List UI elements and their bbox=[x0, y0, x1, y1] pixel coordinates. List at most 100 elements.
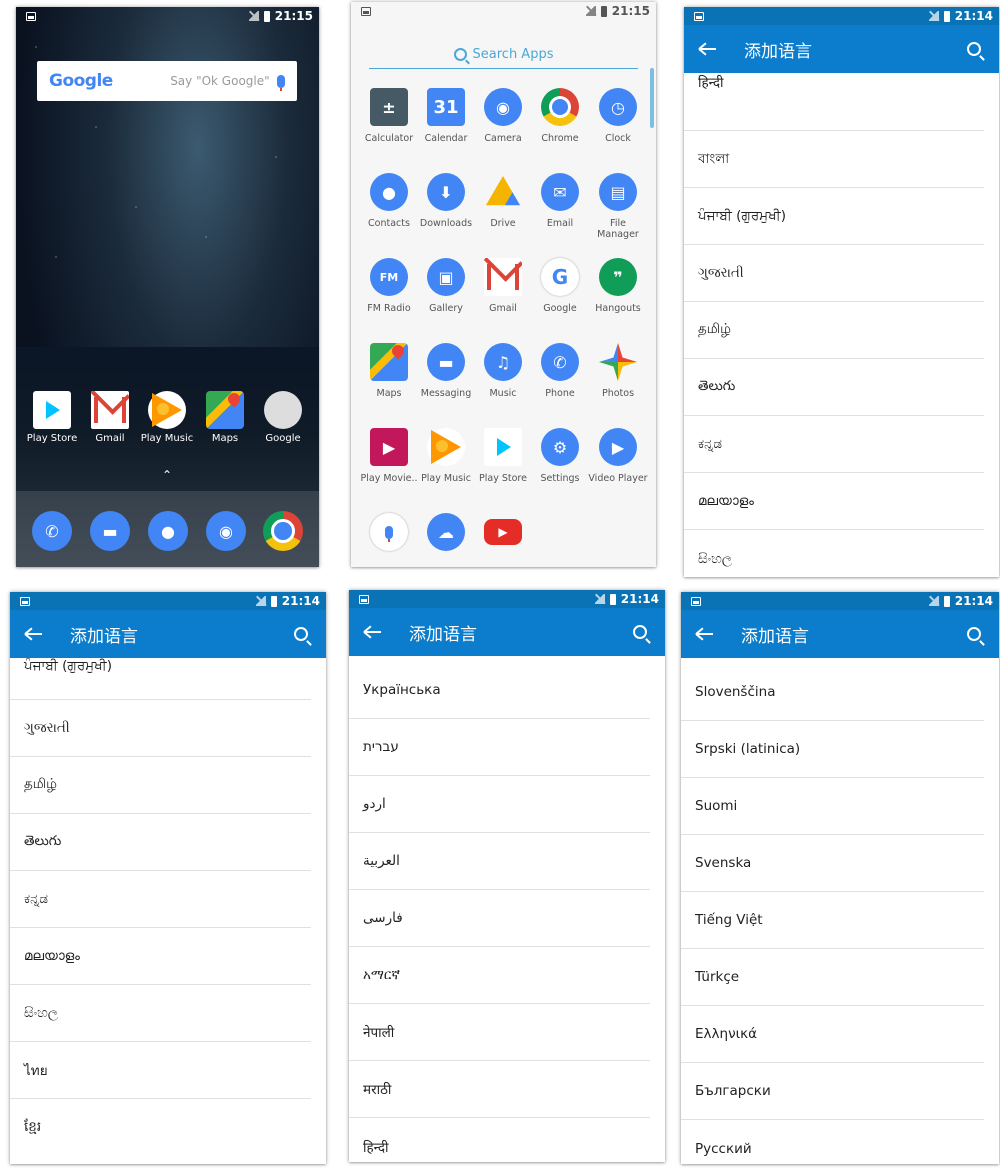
app-play-music[interactable]: Play Music bbox=[416, 428, 476, 484]
app-hangouts[interactable]: ❞ Hangouts bbox=[588, 258, 648, 314]
language-item[interactable]: العربية bbox=[349, 833, 650, 890]
app-contacts[interactable]: ● Contacts bbox=[359, 173, 419, 229]
language-item[interactable]: සිංහල bbox=[684, 530, 984, 577]
language-item[interactable]: ಕನ್ನಡ bbox=[10, 871, 311, 928]
scrollbar[interactable] bbox=[650, 68, 654, 128]
camera-icon[interactable]: ◉ bbox=[206, 511, 246, 551]
language-item[interactable]: Svenska bbox=[681, 835, 984, 892]
app-google[interactable]: G Google bbox=[530, 258, 590, 314]
language-item[interactable]: Українська bbox=[349, 662, 650, 719]
language-item[interactable]: ગુજરાતી bbox=[684, 245, 984, 302]
app-messaging[interactable]: ▬ Messaging bbox=[416, 343, 476, 399]
language-item[interactable]: தமிழ் bbox=[10, 757, 311, 814]
back-arrow-icon[interactable] bbox=[26, 633, 42, 635]
app-music[interactable]: ♫ Music bbox=[473, 343, 533, 399]
search-icon[interactable] bbox=[294, 627, 308, 641]
language-item[interactable]: ខ្មែរ bbox=[10, 1099, 311, 1156]
app-email[interactable]: ✉ Email bbox=[530, 173, 590, 229]
app-maps[interactable]: Maps bbox=[359, 343, 419, 399]
language-item[interactable]: Türkçe bbox=[681, 949, 984, 1006]
back-arrow-icon[interactable] bbox=[697, 633, 713, 635]
language-item[interactable]: ਪੰਜਾਬੀ (ਗੁਰਮੁਖੀ) bbox=[684, 188, 984, 245]
language-label: العربية bbox=[363, 853, 400, 869]
language-item[interactable]: हिन्दी bbox=[684, 73, 984, 131]
language-item[interactable]: አማርኛ bbox=[349, 947, 650, 1004]
app-voice-search[interactable] bbox=[359, 513, 419, 558]
app-phone[interactable]: ✆ Phone bbox=[530, 343, 590, 399]
app-settings[interactable]: ⚙ Settings bbox=[530, 428, 590, 484]
app-calculator[interactable]: ± Calculator bbox=[359, 88, 419, 144]
app-clock[interactable]: ◷ Clock bbox=[588, 88, 648, 144]
gallery-icon: ▣ bbox=[427, 258, 465, 296]
page-title: 添加语言 bbox=[744, 41, 812, 62]
search-icon[interactable] bbox=[633, 625, 647, 639]
play-store-icon bbox=[484, 428, 522, 466]
app-photos[interactable]: Photos bbox=[588, 343, 648, 399]
app-calendar[interactable]: 31 Calendar bbox=[416, 88, 476, 144]
chrome-icon[interactable] bbox=[263, 511, 303, 551]
language-item[interactable]: தமிழ் bbox=[684, 302, 984, 359]
language-item[interactable]: Tiếng Việt bbox=[681, 892, 984, 949]
language-item[interactable]: ไทย bbox=[10, 1042, 311, 1099]
back-arrow-icon[interactable] bbox=[700, 48, 716, 50]
back-arrow-icon[interactable] bbox=[365, 631, 381, 633]
language-item[interactable]: Srpski (latinica) bbox=[681, 721, 984, 778]
language-item[interactable]: हिन्दी bbox=[349, 1118, 650, 1162]
language-item[interactable]: සිංහල bbox=[10, 985, 311, 1042]
gmail-icon bbox=[484, 258, 522, 296]
app-camera[interactable]: ◉ Camera bbox=[473, 88, 533, 144]
language-item[interactable]: मराठी bbox=[349, 1061, 650, 1118]
language-item[interactable]: فارسی bbox=[349, 890, 650, 947]
chevron-up-icon[interactable]: ⌃ bbox=[162, 468, 172, 482]
language-item[interactable]: עברית bbox=[349, 719, 650, 776]
mic-icon[interactable] bbox=[276, 74, 285, 91]
language-item[interactable]: Slovenščina bbox=[681, 664, 984, 721]
messaging-icon[interactable]: ▬ bbox=[90, 511, 130, 551]
app-video-player[interactable]: ▶ Video Player bbox=[588, 428, 648, 484]
language-item[interactable]: Ελληνικά bbox=[681, 1006, 984, 1063]
language-item[interactable]: മലയാളം bbox=[684, 473, 984, 530]
app-play-movies[interactable]: ▶ Play Movie.. bbox=[359, 428, 419, 484]
app-chrome[interactable]: Chrome bbox=[530, 88, 590, 144]
search-icon[interactable] bbox=[967, 627, 981, 641]
app-youtube[interactable]: ▶ bbox=[473, 513, 533, 552]
page-title: 添加语言 bbox=[741, 626, 809, 647]
search-apps-input[interactable]: Search Apps bbox=[369, 40, 638, 69]
language-item[interactable]: ગુજરાતી bbox=[10, 700, 311, 757]
language-label: मराठी bbox=[363, 1082, 392, 1098]
app-label: Maps bbox=[211, 433, 239, 444]
app-fm-radio[interactable]: FM FM Radio bbox=[359, 258, 419, 314]
home-app-play-music[interactable]: Play Music bbox=[137, 391, 197, 444]
no-signal-icon bbox=[594, 594, 605, 604]
language-item[interactable]: नेपाली bbox=[349, 1004, 650, 1061]
language-item[interactable]: Suomi bbox=[681, 778, 984, 835]
google-search-bar[interactable]: Google Say "Ok Google" bbox=[37, 61, 297, 101]
app-label: Email bbox=[546, 218, 574, 229]
language-item[interactable]: ಕನ್ನಡ bbox=[684, 416, 984, 473]
contacts-icon[interactable]: ● bbox=[148, 511, 188, 551]
language-label: ਪੰਜਾਬੀ (ਗੁਰਮੁਖੀ) bbox=[698, 208, 786, 224]
home-app-gmail[interactable]: Gmail bbox=[80, 391, 140, 444]
language-item[interactable]: Български bbox=[681, 1063, 984, 1120]
home-app-play-store[interactable]: Play Store bbox=[22, 391, 82, 444]
language-item[interactable]: ਪੰਜਾਬੀ (ਗੁਰਮੁਖੀ) bbox=[10, 658, 311, 700]
app-gallery[interactable]: ▣ Gallery bbox=[416, 258, 476, 314]
search-icon[interactable] bbox=[967, 42, 981, 56]
language-item[interactable]: Русский bbox=[681, 1120, 984, 1164]
app-downloads[interactable]: ⬇ Downloads bbox=[416, 173, 476, 229]
language-item[interactable]: తెలుగు bbox=[684, 359, 984, 416]
app-label: Contacts bbox=[368, 218, 410, 229]
app-play-store[interactable]: Play Store bbox=[473, 428, 533, 484]
phone-icon[interactable]: ✆ bbox=[32, 511, 72, 551]
app-weather[interactable]: ☁ bbox=[416, 513, 476, 558]
language-label: ಕನ್ನಡ bbox=[24, 891, 49, 907]
language-item[interactable]: తెలుగు bbox=[10, 814, 311, 871]
language-item[interactable]: বাংলা bbox=[684, 131, 984, 188]
home-app-google-folder[interactable]: Google bbox=[253, 391, 313, 444]
language-item[interactable]: اردو bbox=[349, 776, 650, 833]
app-drive[interactable]: Drive bbox=[473, 173, 533, 229]
home-app-maps[interactable]: Maps bbox=[195, 391, 255, 444]
language-item[interactable]: മലയാളം bbox=[10, 928, 311, 985]
app-gmail[interactable]: Gmail bbox=[473, 258, 533, 314]
app-file-manager[interactable]: ▤ File Manager bbox=[588, 173, 648, 240]
